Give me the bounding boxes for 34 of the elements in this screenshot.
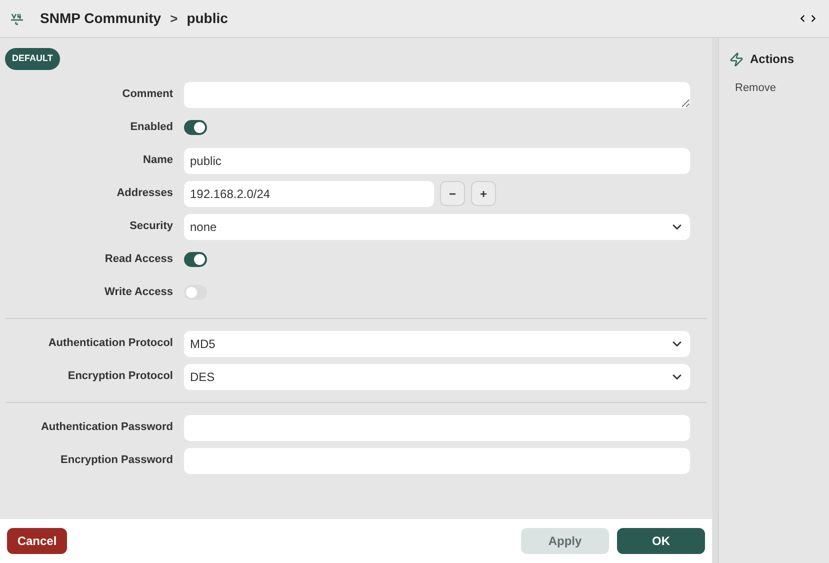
breadcrumb-item: public (186, 9, 228, 28)
field-label: Authentication Protocol (47, 336, 174, 352)
text-field[interactable] (184, 448, 690, 474)
field-label: Encryption Protocol (66, 369, 174, 384)
field-label: Enabled (129, 120, 174, 136)
version-icon (10, 12, 24, 26)
address-field[interactable]: 192.168.2.0/24 (184, 180, 434, 206)
field-label: Authentication Password (40, 420, 174, 436)
field-label: Addresses (116, 186, 174, 202)
toggle-switch[interactable] (184, 120, 207, 135)
default-badge: DEFAULT (5, 48, 60, 70)
select-field[interactable]: DES (184, 364, 690, 390)
field-label: Write Access (104, 285, 174, 300)
text-field[interactable] (184, 414, 690, 440)
select-field[interactable]: MD5 (184, 330, 690, 356)
text-field[interactable]: public (184, 148, 690, 174)
ok-button[interactable]: OK (617, 528, 705, 554)
breadcrumb-separator: > (170, 10, 178, 28)
comment-field[interactable] (184, 82, 690, 108)
action-item[interactable]: Remove (729, 80, 819, 96)
field-label: Security (128, 219, 174, 234)
breadcrumb-item[interactable]: SNMP Community (40, 8, 162, 29)
toggle-switch[interactable] (184, 285, 207, 300)
lightning-icon (729, 52, 744, 66)
actions-title: Actions (750, 51, 794, 68)
select-field[interactable]: none (184, 214, 690, 240)
field-label: Name (142, 153, 174, 168)
remove-address-button[interactable]: − (440, 181, 465, 206)
cancel-button[interactable]: Cancel (7, 528, 67, 554)
field-label: Encryption Password (60, 453, 174, 468)
add-address-button[interactable]: + (471, 181, 496, 206)
field-label: Comment (121, 87, 174, 102)
field-label: Read Access (104, 252, 174, 268)
toggle-switch[interactable] (184, 252, 207, 267)
